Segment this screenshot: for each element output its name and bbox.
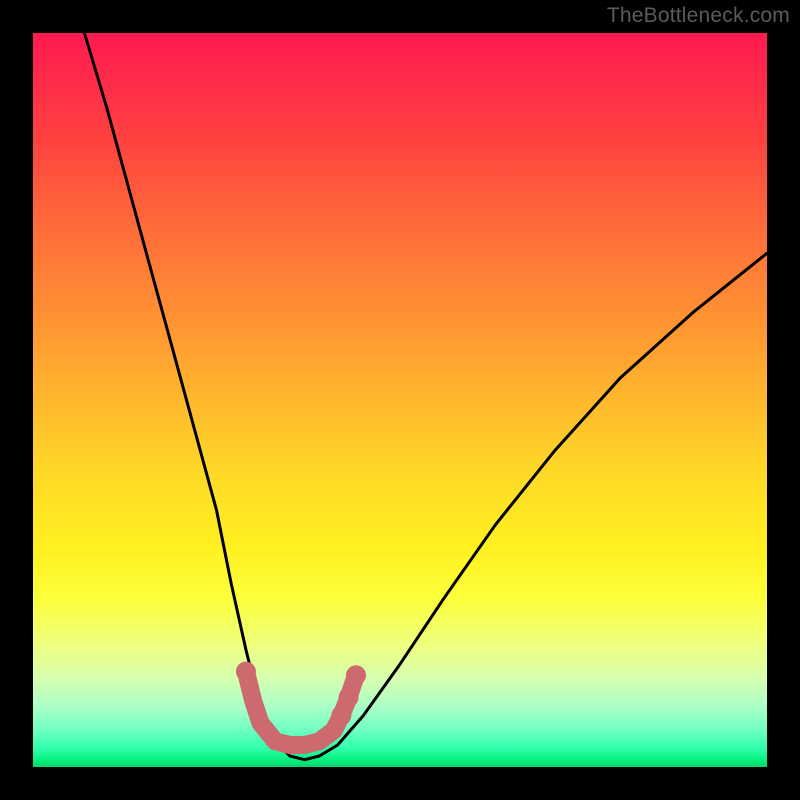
optimal-zone-dot [236, 662, 256, 682]
plot-area [33, 33, 767, 767]
optimal-zone-dot [346, 665, 366, 685]
highlight-group [236, 662, 366, 745]
curve-group [84, 33, 767, 760]
chart-frame: TheBottleneck.com [0, 0, 800, 800]
bottleneck-curve [84, 33, 767, 760]
chart-svg [33, 33, 767, 767]
optimal-zone-dot [339, 687, 359, 707]
optimal-zone-dot [331, 706, 351, 726]
watermark: TheBottleneck.com [607, 4, 790, 28]
